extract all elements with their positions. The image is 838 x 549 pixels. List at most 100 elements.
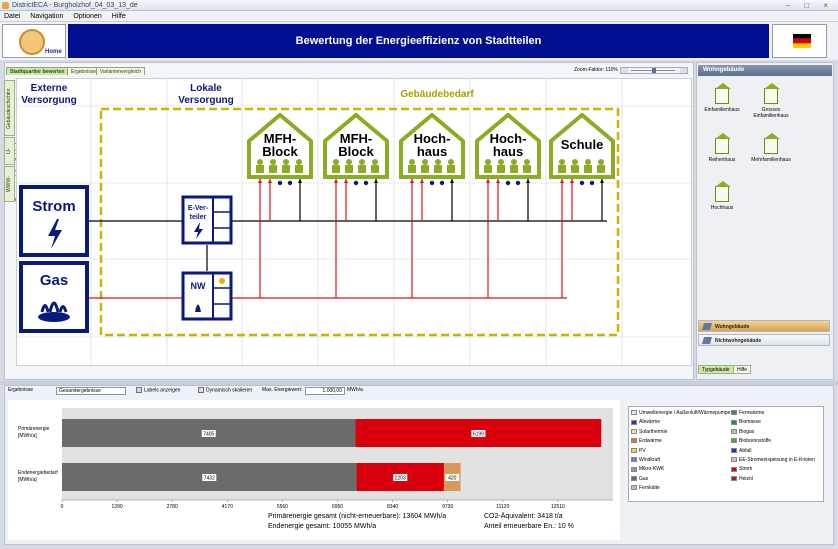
bar-label-1-0: 7432 bbox=[204, 476, 215, 482]
house-icon bbox=[715, 133, 731, 154]
col-local-line2: Versorgung bbox=[178, 95, 234, 106]
legend-item: Windkraft bbox=[631, 457, 660, 463]
legend-label: Gas bbox=[639, 475, 649, 482]
menu-optionen[interactable]: Optionen bbox=[73, 13, 101, 20]
bar-label-1-2: 420 bbox=[448, 476, 457, 482]
book-icon bbox=[702, 323, 712, 330]
legend-label: Fernwärme bbox=[739, 410, 765, 416]
legend-label: Heizöl bbox=[739, 475, 753, 482]
zoom-in-icon[interactable] bbox=[680, 68, 687, 73]
results-toolbar: Ergebnisse Gesamtergebnisse Labels anzei… bbox=[4, 385, 834, 397]
zoom-slider[interactable] bbox=[620, 67, 688, 74]
language-button[interactable] bbox=[772, 24, 827, 58]
building-name-line2: haus bbox=[493, 144, 523, 159]
legend-label: Mikro-KWK bbox=[639, 466, 665, 473]
side-tab-2[interactable]: IJ-Gebäude bbox=[4, 137, 21, 165]
x-tick-label-0: 0 bbox=[61, 504, 64, 510]
summary-final: Endenergie gesamt: 10055 MWh/a bbox=[268, 523, 377, 530]
category-label-0: Primärenergie bbox=[18, 426, 50, 432]
legend-swatch bbox=[731, 419, 737, 425]
energy-diagram: Externe Versorgung Lokale Versorgung Geb… bbox=[17, 79, 693, 367]
house-icon bbox=[715, 83, 731, 104]
mascot-icon bbox=[19, 29, 45, 55]
tab-stadtquartier-bewerten[interactable]: Stadtquartier bewerten bbox=[6, 67, 69, 75]
side-tab-1[interactable]: Gebäudeschichtnr. bbox=[4, 80, 15, 136]
labels-toggle[interactable]: Labels anzeigen bbox=[136, 387, 180, 393]
legend-item: Abfall bbox=[731, 448, 752, 454]
diagram-canvas[interactable]: Externe Versorgung Lokale Versorgung Geb… bbox=[16, 78, 693, 367]
legend-item: Heizöl bbox=[731, 476, 753, 482]
legend-swatch bbox=[631, 419, 637, 425]
zoom-out-icon[interactable] bbox=[621, 68, 628, 73]
x-tick-label-5: 6950 bbox=[332, 504, 343, 510]
col-external-line1: Externe bbox=[31, 83, 68, 94]
legend-swatch bbox=[731, 447, 737, 453]
accordion-wohngebaeude[interactable]: Wohngebäude bbox=[698, 320, 830, 332]
building-hochhaus[interactable]: Hochhaus bbox=[697, 181, 747, 211]
legend-swatch bbox=[631, 475, 637, 481]
scale-toggle[interactable]: Dynamisch skalieren bbox=[198, 387, 252, 393]
legend-item: Biomasse bbox=[731, 419, 761, 425]
menu-bar: Datei Navigation Optionen Hilfe bbox=[0, 11, 838, 22]
legend-item: Mikro-KWK bbox=[631, 466, 664, 472]
home-button[interactable]: Home bbox=[2, 24, 66, 58]
legend-swatch bbox=[631, 466, 637, 472]
x-tick-label-7: 9730 bbox=[442, 504, 453, 510]
nw-node: NW bbox=[181, 271, 233, 321]
svg-text:NW: NW bbox=[191, 281, 206, 291]
legend-item: Fernwärme bbox=[731, 410, 764, 416]
legend-label: Solarthermie bbox=[639, 428, 668, 435]
col-external-line2: Versorgung bbox=[21, 95, 77, 106]
col-demand-header: Gebäudebedarf bbox=[400, 89, 474, 100]
legend-swatch bbox=[631, 410, 637, 416]
close-icon[interactable]: × bbox=[823, 1, 834, 10]
legend-swatch bbox=[631, 428, 637, 434]
x-tick-label-2: 2780 bbox=[167, 504, 178, 510]
svg-text:teiler: teiler bbox=[190, 214, 207, 221]
building-einfamilienhaus[interactable]: Einfamilienhaus bbox=[697, 83, 747, 113]
menu-navigation[interactable]: Navigation bbox=[30, 13, 63, 20]
legend-item: Umweltenergie / Außenluft/Wärmepumpe bbox=[631, 410, 730, 416]
legend-item: Strom bbox=[731, 466, 752, 472]
x-tick-label-8: 11120 bbox=[496, 504, 509, 510]
results-select[interactable]: Gesamtergebnisse bbox=[56, 387, 126, 395]
legend-swatch bbox=[731, 475, 737, 481]
side-tab-3[interactable]: WWW-Prozessverteiler bbox=[4, 165, 21, 202]
legend-label: Fernkälte bbox=[639, 485, 660, 492]
legend-item: Biogas bbox=[731, 429, 754, 435]
tab-typgebaeude[interactable]: Typgebäude bbox=[698, 365, 734, 374]
legend-item: Gas bbox=[631, 476, 648, 482]
bar-label-0-0: 7405 bbox=[203, 432, 214, 438]
svg-text:Gas: Gas bbox=[40, 272, 68, 289]
max-energy-input[interactable]: 1.000,00 bbox=[305, 387, 345, 395]
bar-label-0-1: 6199 bbox=[473, 432, 484, 438]
tab-variantenvergleich[interactable]: Variantenvergleich bbox=[96, 67, 146, 75]
zoom-thumb[interactable] bbox=[652, 68, 657, 73]
legend-item: Biobrennstoffe bbox=[731, 438, 771, 444]
category-unit-0: [MWh/a] bbox=[18, 433, 37, 439]
summary-primary: Primärenergie gesamt (nicht-erneuerbare)… bbox=[268, 513, 447, 520]
legend-label: PV bbox=[639, 447, 646, 454]
building-mehrfamilienhaus[interactable]: Mehrfamilienhaus bbox=[746, 133, 796, 163]
window-controls[interactable]: – □ × bbox=[786, 1, 834, 10]
minimize-icon[interactable]: – bbox=[786, 1, 796, 10]
accordion-nichtwohngebaeude[interactable]: Nichtwohngebäude bbox=[698, 334, 830, 346]
menu-datei[interactable]: Datei bbox=[4, 13, 20, 20]
menu-hilfe[interactable]: Hilfe bbox=[112, 13, 126, 20]
app-icon bbox=[2, 2, 9, 9]
bar-label-1-1: 2203 bbox=[395, 476, 406, 482]
tab-hilfe[interactable]: Hilfe bbox=[733, 365, 752, 374]
legend-item: Fernkälte bbox=[631, 485, 660, 491]
legend-swatch bbox=[731, 457, 737, 463]
building-reihenhaus[interactable]: Reihenhaus bbox=[697, 133, 747, 163]
legend-swatch bbox=[731, 428, 737, 434]
book-icon bbox=[702, 337, 712, 344]
library-header: Wohngebäude bbox=[698, 65, 832, 76]
maximize-icon[interactable]: □ bbox=[804, 1, 815, 10]
building-grosses-einfamilienhaus[interactable]: Grosses Einfamilienhaus bbox=[746, 83, 796, 119]
col-local-line1: Lokale bbox=[190, 83, 222, 94]
legend-swatch bbox=[731, 410, 737, 416]
building-5: Schule bbox=[549, 112, 615, 179]
max-energy-unit: MWh/a bbox=[347, 387, 363, 393]
results-label: Ergebnisse bbox=[8, 387, 34, 393]
